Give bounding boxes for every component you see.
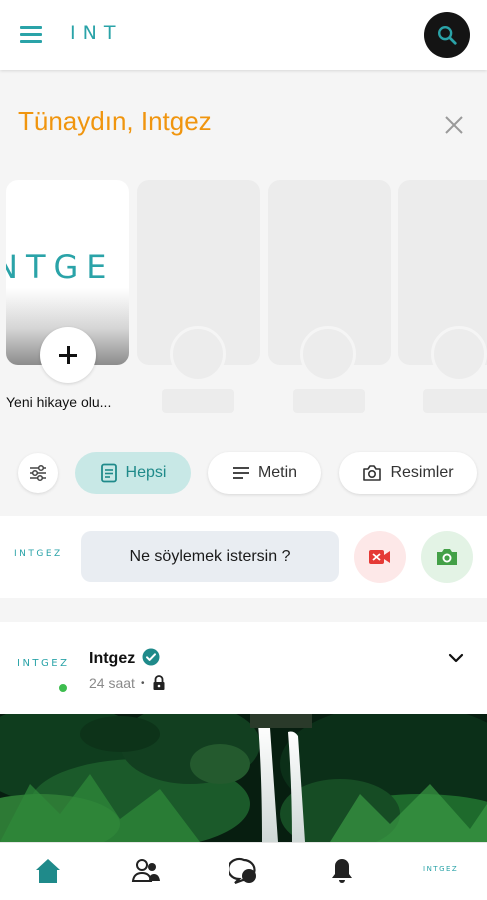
- lock-icon: [153, 675, 165, 690]
- search-icon: [438, 26, 457, 45]
- video-camera-icon: [369, 550, 390, 564]
- feed-post: INTGEZ Intgez 24 saat •: [0, 622, 487, 842]
- top-app-bar: INT: [0, 0, 487, 70]
- close-greeting-button[interactable]: [443, 114, 467, 138]
- post-avatar[interactable]: INTGEZ: [10, 642, 76, 702]
- home-icon: [36, 859, 60, 883]
- add-story-button[interactable]: [40, 327, 96, 383]
- waterfall-image: [0, 714, 487, 842]
- story-placeholder-name: [423, 389, 487, 413]
- chevron-down-icon: [448, 653, 464, 663]
- story-placeholder-avatar: [170, 326, 226, 382]
- verified-badge-icon: [142, 648, 160, 666]
- messages-icon: [229, 857, 256, 885]
- post-avatar-logo: INTGEZ: [17, 658, 70, 669]
- app-logo: INT: [70, 22, 123, 44]
- post-meta: 24 saat •: [89, 675, 166, 691]
- nav-messages[interactable]: [229, 856, 261, 888]
- post-options-button[interactable]: [444, 646, 468, 670]
- tune-icon: [30, 464, 46, 482]
- friends-icon: [131, 859, 160, 882]
- story-placeholder-avatar: [431, 326, 487, 382]
- composer-avatar-logo[interactable]: INTGEZ: [14, 549, 63, 559]
- search-button[interactable]: [424, 12, 470, 58]
- greeting-title: Tünaydın, Intgez: [18, 106, 212, 136]
- post-author[interactable]: Intgez: [89, 650, 135, 668]
- filter-chip-all[interactable]: Hepsi: [75, 452, 191, 494]
- filter-settings-button[interactable]: [18, 453, 58, 493]
- text-lines-icon: [232, 467, 249, 479]
- story-placeholder-name: [162, 389, 234, 413]
- story-placeholder-avatar: [300, 326, 356, 382]
- close-icon: [445, 116, 463, 134]
- notifications-icon: [332, 859, 352, 883]
- meta-separator: •: [140, 677, 145, 689]
- document-icon: [100, 463, 117, 483]
- menu-icon[interactable]: [20, 24, 44, 44]
- camera-icon: [363, 465, 382, 481]
- photo-camera-icon: [437, 549, 457, 565]
- filter-chip-label: Hepsi: [125, 464, 167, 481]
- composer-placeholder: Ne söylemek istersin ?: [129, 547, 291, 565]
- filter-chip-text[interactable]: Metin: [208, 452, 321, 494]
- online-status-dot: [57, 682, 69, 694]
- nav-profile[interactable]: INTGEZ: [423, 865, 458, 873]
- post-time: 24 saat: [89, 675, 135, 691]
- post-image[interactable]: [0, 714, 487, 842]
- post-composer: INTGEZ Ne söylemek istersin ?: [0, 516, 487, 598]
- bottom-navigation: INTGEZ: [0, 842, 487, 900]
- story-logo: NTGE: [6, 248, 115, 286]
- add-video-button[interactable]: [354, 531, 406, 583]
- nav-home[interactable]: [33, 856, 65, 888]
- add-photo-button[interactable]: [421, 531, 473, 583]
- nav-notifications[interactable]: [327, 856, 359, 888]
- filter-chip-label: Metin: [257, 464, 298, 481]
- create-story-label: Yeni hikaye olu...: [6, 394, 112, 410]
- stories-carousel[interactable]: NTGE Yeni hikaye olu...: [0, 178, 487, 418]
- story-placeholder-name: [293, 389, 365, 413]
- nav-friends[interactable]: [131, 856, 163, 888]
- filter-chip-label: Resimler: [390, 464, 454, 481]
- composer-input[interactable]: Ne söylemek istersin ?: [81, 531, 339, 582]
- filter-chip-images[interactable]: Resimler: [339, 452, 477, 494]
